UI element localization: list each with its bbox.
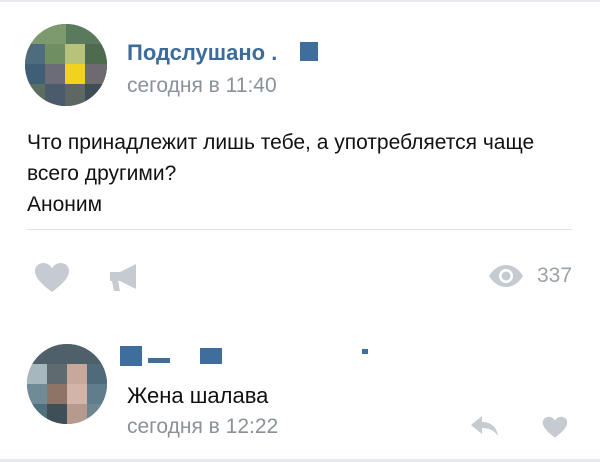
heart-icon[interactable] (542, 416, 568, 439)
post-divider (27, 229, 572, 230)
post-author-avatar[interactable] (25, 24, 107, 106)
commenter-avatar[interactable] (27, 344, 107, 424)
post-body: Что принадлежит лишь тебе, а употребляет… (27, 127, 572, 220)
comment-text: Жена шалава (127, 383, 269, 408)
post-author-name[interactable]: Подслушано . (127, 40, 277, 66)
heart-icon[interactable] (34, 262, 70, 294)
post-text-line: Что принадлежит лишь тебе, а употребляет… (27, 131, 535, 154)
commenter-name-censor (362, 349, 368, 354)
post-text-line: Аноним (27, 193, 103, 216)
wall-post-screen: Подслушано . сегодня в 11:40 Что принадл… (0, 0, 600, 462)
views-count: 337 (537, 264, 573, 287)
reply-icon[interactable] (470, 415, 500, 437)
eye-icon (489, 265, 523, 287)
megaphone-icon[interactable] (108, 261, 140, 293)
comment-timestamp[interactable]: сегодня в 12:22 (127, 415, 278, 439)
commenter-name-censor (120, 346, 142, 366)
post-text-line: всего другими? (27, 162, 177, 185)
author-name-censor (300, 42, 318, 61)
commenter-name-censor (148, 358, 170, 363)
commenter-name-censor (200, 348, 222, 364)
post-timestamp[interactable]: сегодня в 11:40 (127, 74, 277, 98)
